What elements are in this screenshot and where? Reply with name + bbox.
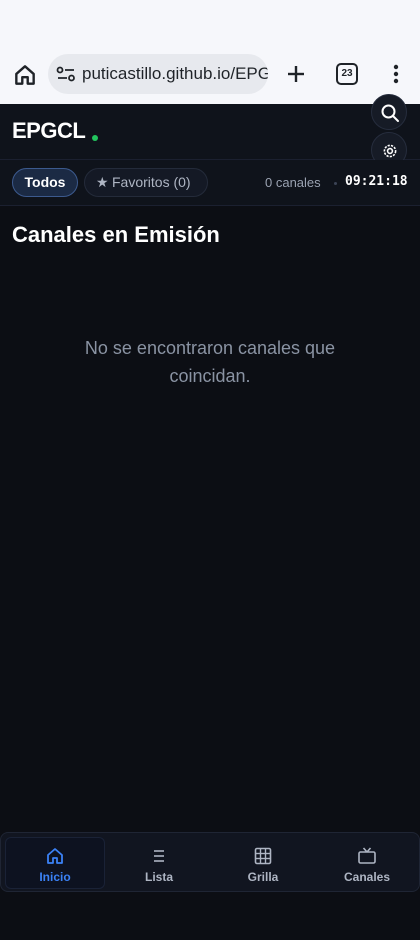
tab-switcher-button[interactable]: 23 (336, 63, 358, 85)
nav-item-lista[interactable]: Lista (109, 837, 209, 889)
nav-label: Lista (144, 870, 173, 884)
filter-favorites-chip[interactable]: ★ Favoritos (0) (84, 168, 208, 197)
separator-dot (334, 182, 337, 185)
bottom-nav: Inicio Lista Grilla Canales (0, 832, 420, 892)
search-button[interactable] (371, 94, 407, 130)
filter-bar: Todos ★ Favoritos (0) 0 canales 09:21:18 (0, 160, 420, 206)
channel-count: 0 canales (265, 175, 321, 190)
address-bar[interactable]: puticastillo.github.io/EPG (48, 54, 268, 94)
nav-item-grilla[interactable]: Grilla (213, 837, 313, 889)
filter-all-chip[interactable]: Todos (12, 168, 78, 197)
nav-label: Canales (343, 870, 391, 884)
nav-label: Grilla (247, 870, 279, 884)
url-text[interactable]: puticastillo.github.io/EPG (82, 64, 268, 84)
page-title: Canales en Emisión (12, 222, 220, 247)
gear-icon (383, 144, 397, 158)
logo-accent-dot (92, 135, 98, 141)
home-icon (47, 848, 63, 864)
clock: 09:21:18 (345, 174, 408, 189)
search-icon (381, 104, 399, 122)
list-icon (154, 850, 164, 862)
new-tab-icon[interactable] (284, 62, 308, 86)
nav-item-inicio[interactable]: Inicio (5, 837, 105, 889)
grid-icon (254, 847, 272, 865)
browser-toolbar: puticastillo.github.io/EPG 23 (0, 0, 420, 104)
tv-icon (358, 847, 376, 864)
empty-state-message: No se encontraron canales que coincidan. (84, 338, 336, 386)
more-vert-icon[interactable] (386, 62, 406, 86)
app-header: EPGCL (0, 104, 420, 160)
browser-row: puticastillo.github.io/EPG 23 (0, 52, 420, 98)
app-logo[interactable]: EPGCL (12, 118, 86, 144)
favorites-label: Favoritos (0) (112, 174, 191, 190)
nav-label: Inicio (39, 870, 71, 884)
nav-item-canales[interactable]: Canales (317, 837, 417, 889)
home-icon[interactable] (12, 62, 38, 88)
star-icon: ★ (96, 174, 109, 190)
site-settings-icon[interactable] (56, 65, 76, 83)
